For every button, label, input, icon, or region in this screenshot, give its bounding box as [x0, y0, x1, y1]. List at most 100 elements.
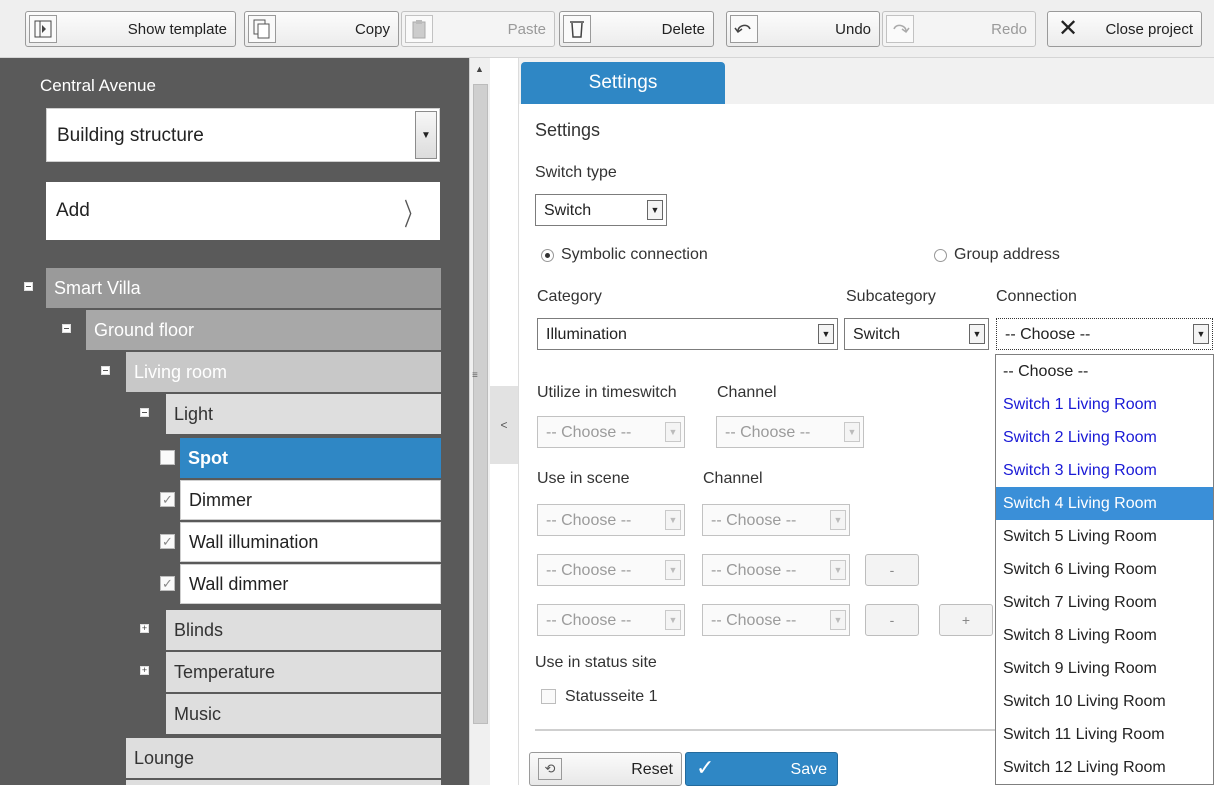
chevron-down-icon: ▼: [844, 422, 860, 442]
dropdown-option[interactable]: Switch 8 Living Room: [996, 619, 1213, 652]
add-button[interactable]: Add 〉: [46, 182, 440, 240]
status-site-checkbox[interactable]: [541, 689, 556, 704]
wall-illumination-checkbox[interactable]: ✓: [160, 534, 175, 549]
view-select-value: Building structure: [57, 125, 204, 146]
switch-type-label: Switch type: [535, 164, 617, 181]
tree-node-music[interactable]: Music: [166, 694, 441, 734]
scroll-up-icon[interactable]: ▲: [475, 64, 484, 74]
scene-channel-select-3[interactable]: -- Choose -- ▼: [702, 604, 850, 636]
status-site-item-label: Statusseite 1: [565, 688, 658, 705]
tree-scrollbar[interactable]: ▲ ≡: [469, 58, 490, 785]
reset-icon: ⟲: [538, 758, 562, 780]
chevron-down-icon: ▼: [830, 610, 846, 630]
tree-node-spot[interactable]: Spot: [180, 438, 441, 478]
checkmark-icon: ✓: [696, 755, 715, 780]
dropdown-option[interactable]: Switch 12 Living Room: [996, 751, 1213, 784]
expand-toggle[interactable]: [140, 666, 149, 675]
tree-node-light[interactable]: Light: [166, 394, 441, 434]
redo-button[interactable]: Redo: [882, 11, 1036, 47]
collapse-toggle[interactable]: [24, 282, 33, 291]
connection-select[interactable]: -- Choose -- ▼: [996, 318, 1213, 350]
timeswitch-label: Utilize in timeswitch: [537, 384, 677, 401]
scene-channel-value-1: -- Choose --: [711, 512, 797, 529]
tab-settings[interactable]: Settings: [521, 62, 725, 104]
dropdown-option[interactable]: Switch 11 Living Room: [996, 718, 1213, 751]
undo-button[interactable]: Undo: [726, 11, 880, 47]
switch-type-select[interactable]: Switch ▼: [535, 194, 667, 226]
expand-toggle[interactable]: [140, 624, 149, 633]
collapse-panel-button[interactable]: <: [490, 386, 518, 464]
chevron-down-icon: ▼: [665, 422, 681, 442]
paste-button[interactable]: Paste: [401, 11, 555, 47]
dropdown-option[interactable]: Switch 1 Living Room: [996, 388, 1213, 421]
timeswitch-value: -- Choose --: [546, 424, 632, 441]
dropdown-option[interactable]: Switch 3 Living Room: [996, 454, 1213, 487]
tree-node-label: Temperature: [174, 661, 276, 682]
scene-channel-value-2: -- Choose --: [711, 562, 797, 579]
close-project-button[interactable]: ✕ Close project: [1047, 11, 1202, 47]
dropdown-option[interactable]: Switch 7 Living Room: [996, 586, 1213, 619]
scene-select-1[interactable]: -- Choose -- ▼: [537, 504, 685, 536]
dropdown-option[interactable]: Switch 9 Living Room: [996, 652, 1213, 685]
view-select[interactable]: Building structure ▼: [46, 108, 440, 162]
category-select[interactable]: Illumination ▼: [537, 318, 838, 350]
timeswitch-channel-select[interactable]: -- Choose -- ▼: [716, 416, 864, 448]
tree-node-temperature[interactable]: Temperature: [166, 652, 441, 692]
redo-icon: [886, 15, 914, 43]
scene-channel-select-2[interactable]: -- Choose -- ▼: [702, 554, 850, 586]
symbolic-connection-radio[interactable]: [541, 249, 554, 262]
remove-scene-button[interactable]: -: [865, 554, 919, 586]
tree-node-lounge[interactable]: Lounge: [126, 738, 441, 778]
paste-icon: [405, 15, 433, 43]
spot-checkbox[interactable]: [160, 450, 175, 465]
remove-scene-button[interactable]: -: [865, 604, 919, 636]
collapse-toggle[interactable]: [101, 366, 110, 375]
tree-node-blinds[interactable]: Blinds: [166, 610, 441, 650]
group-address-radio[interactable]: [934, 249, 947, 262]
chevron-down-icon: ▼: [818, 324, 834, 344]
reset-button[interactable]: ⟲ Reset: [529, 752, 682, 786]
category-value: Illumination: [546, 326, 627, 343]
chevron-down-icon: ▼: [415, 111, 437, 159]
dropdown-option[interactable]: Switch 10 Living Room: [996, 685, 1213, 718]
save-button[interactable]: ✓ Save: [685, 752, 838, 786]
dropdown-option-highlighted[interactable]: Switch 4 Living Room: [996, 487, 1213, 520]
add-scene-button[interactable]: +: [939, 604, 993, 636]
wall-dimmer-checkbox[interactable]: ✓: [160, 576, 175, 591]
redo-label: Redo: [991, 21, 1027, 38]
chevron-down-icon: ▼: [1193, 324, 1209, 344]
tree-node-living-room[interactable]: Living room: [126, 352, 441, 392]
connection-value: -- Choose --: [1005, 326, 1091, 343]
tree-node-next[interactable]: [126, 780, 441, 785]
delete-button[interactable]: Delete: [559, 11, 714, 47]
show-template-label: Show template: [127, 21, 227, 38]
chevron-down-icon: ▼: [830, 560, 846, 580]
tree-node-wall-illumination[interactable]: Wall illumination: [180, 522, 441, 562]
add-label: Add: [56, 200, 90, 221]
scene-channel-select-1[interactable]: -- Choose -- ▼: [702, 504, 850, 536]
dropdown-option[interactable]: -- Choose --: [996, 355, 1213, 388]
subcategory-select[interactable]: Switch ▼: [844, 318, 989, 350]
show-template-button[interactable]: Show template: [25, 11, 236, 47]
group-address-label: Group address: [954, 246, 1060, 263]
toolbar: Show template Copy Paste Delete Undo Red…: [0, 0, 1214, 58]
collapse-toggle[interactable]: [62, 324, 71, 333]
copy-button[interactable]: Copy: [244, 11, 399, 47]
timeswitch-channel-label: Channel: [717, 384, 777, 401]
tree-node-smart-villa[interactable]: Smart Villa: [46, 268, 441, 308]
scene-select-3[interactable]: -- Choose -- ▼: [537, 604, 685, 636]
dropdown-option[interactable]: Switch 5 Living Room: [996, 520, 1213, 553]
tree-node-wall-dimmer[interactable]: Wall dimmer: [180, 564, 441, 604]
collapse-toggle[interactable]: [140, 408, 149, 417]
tree-node-ground-floor[interactable]: Ground floor: [86, 310, 441, 350]
panel-toggle-icon: [29, 15, 57, 43]
tree-node-label: Spot: [188, 447, 228, 468]
dimmer-checkbox[interactable]: ✓: [160, 492, 175, 507]
delete-label: Delete: [661, 21, 705, 38]
scrollbar-thumb[interactable]: [473, 84, 488, 724]
tree-node-dimmer[interactable]: Dimmer: [180, 480, 441, 520]
dropdown-option[interactable]: Switch 2 Living Room: [996, 421, 1213, 454]
dropdown-option[interactable]: Switch 6 Living Room: [996, 553, 1213, 586]
scene-select-2[interactable]: -- Choose -- ▼: [537, 554, 685, 586]
timeswitch-select[interactable]: -- Choose -- ▼: [537, 416, 685, 448]
